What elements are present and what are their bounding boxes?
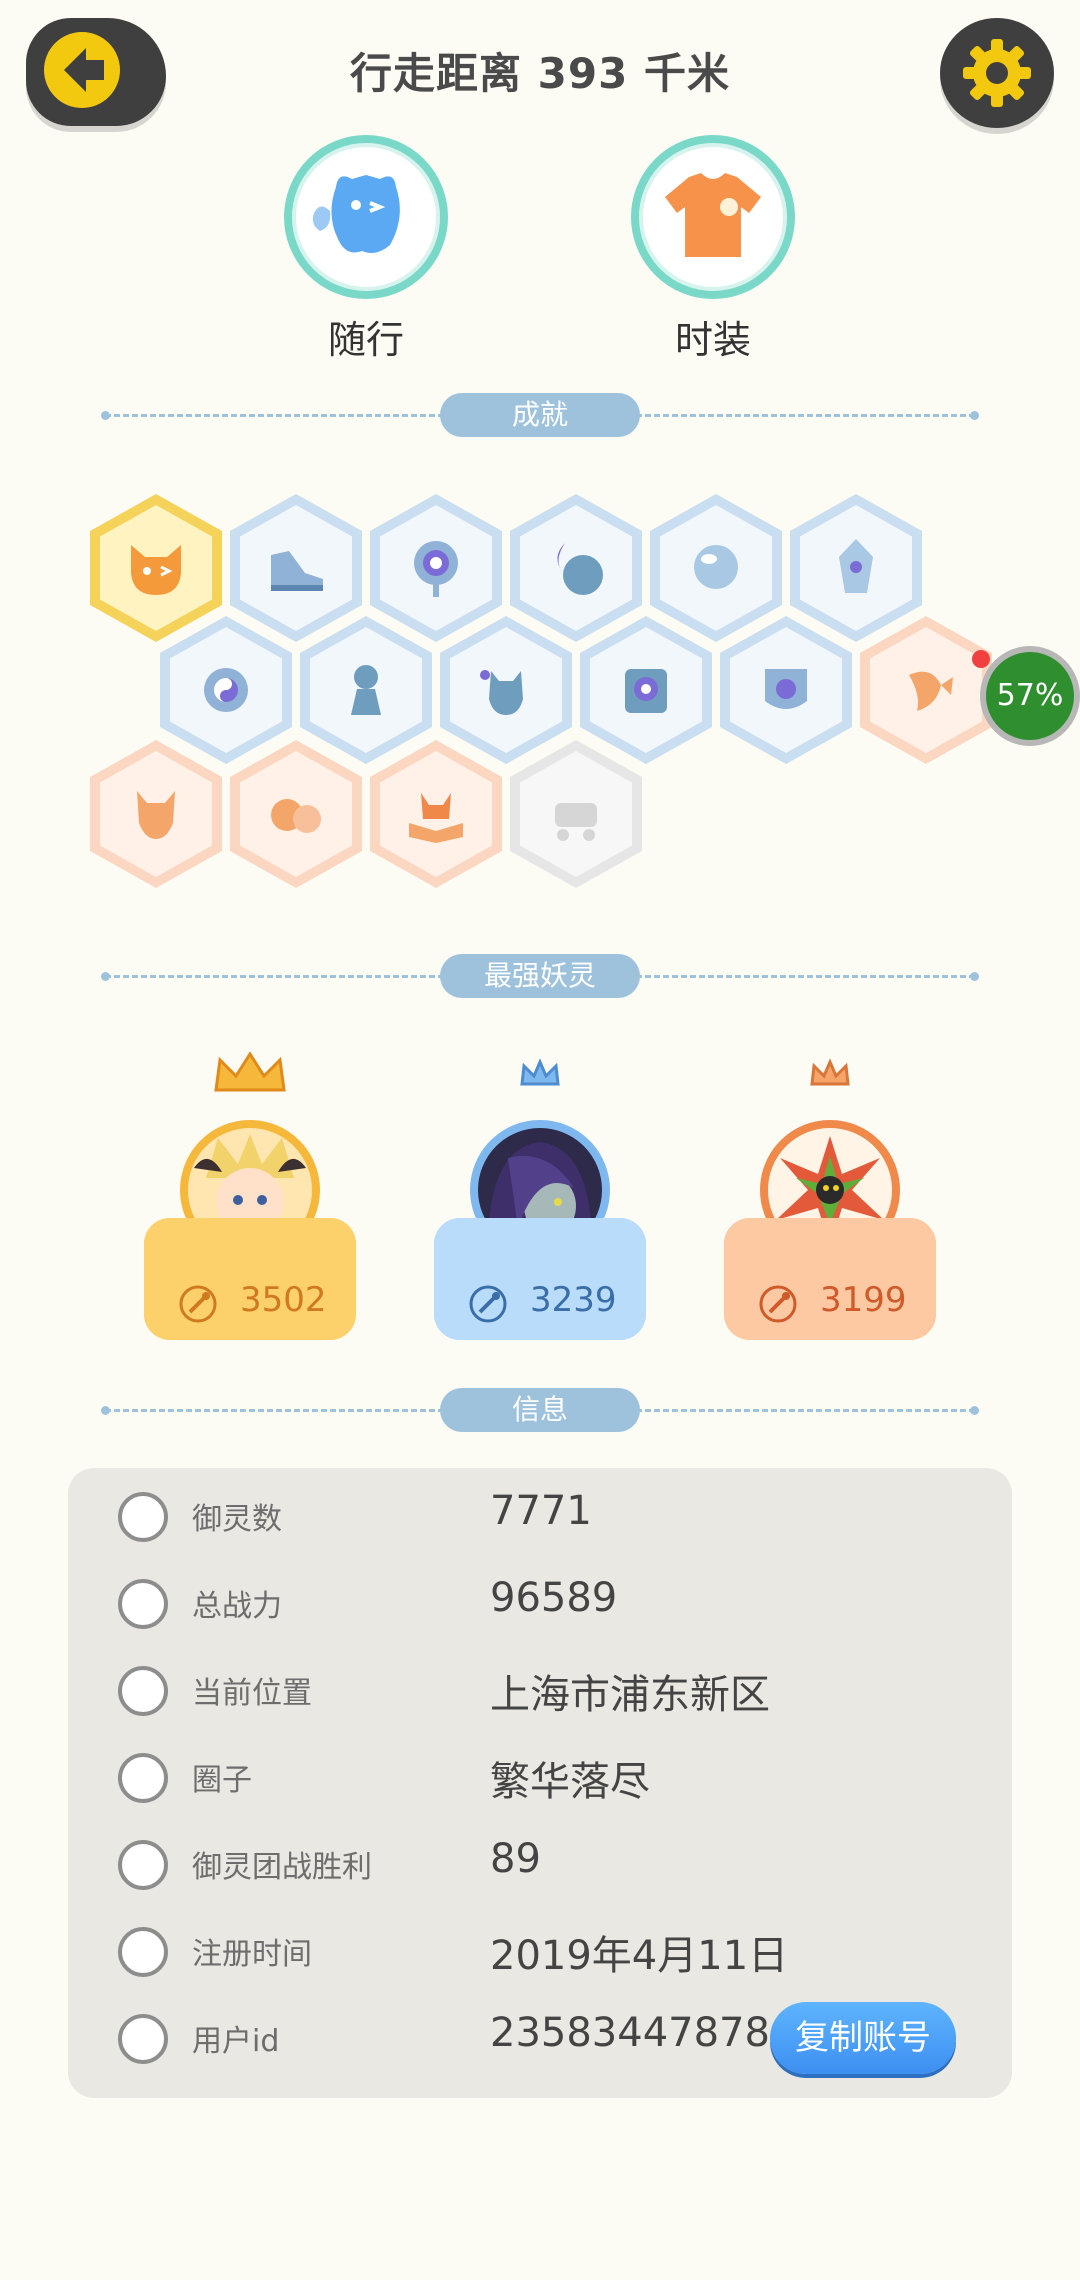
info-row-location: 当前位置 上海市浦东新区 bbox=[68, 1646, 1012, 1733]
info-label: 注册时间 bbox=[192, 1937, 312, 1972]
spirit-power-value: 3199 bbox=[820, 1280, 907, 1320]
sneaker-icon bbox=[271, 551, 323, 591]
spirit-count-icon bbox=[118, 1492, 168, 1542]
location-pin-icon bbox=[118, 1666, 168, 1716]
achievement-badge[interactable] bbox=[650, 494, 782, 642]
koi-fish-icon bbox=[909, 671, 953, 711]
spirit-card-first[interactable]: 3502 bbox=[144, 1050, 356, 1340]
achievement-badge[interactable] bbox=[90, 494, 222, 642]
info-label: 总战力 bbox=[192, 1589, 282, 1624]
settings-button[interactable] bbox=[940, 18, 1054, 128]
info-panel: 御灵数 7771 总战力 96589 当前位置 上海市浦东新区 圈子 繁华落尽 … bbox=[68, 1468, 1012, 2098]
spirit-card-second[interactable]: 3239 bbox=[434, 1050, 646, 1340]
strongest-heading: 最强妖灵 bbox=[440, 954, 640, 998]
achievement-badge[interactable] bbox=[230, 494, 362, 642]
info-value: 96589 bbox=[490, 1575, 618, 1621]
companion-entry[interactable]: 随行 bbox=[281, 135, 451, 364]
info-label: 御灵数 bbox=[192, 1502, 282, 1537]
achievement-badge[interactable] bbox=[580, 616, 712, 764]
info-value: 89 bbox=[490, 1836, 541, 1882]
sword-icon bbox=[118, 1579, 168, 1629]
info-heading: 信息 bbox=[440, 1388, 640, 1432]
page-title: 行走距离 393 千米 bbox=[350, 49, 730, 98]
achievement-badge[interactable] bbox=[440, 616, 572, 764]
achievement-badge[interactable] bbox=[720, 616, 852, 764]
gear-icon bbox=[963, 39, 1031, 107]
info-row-register-date: 注册时间 2019年4月11日 bbox=[68, 1907, 1012, 1994]
achievement-badge[interactable] bbox=[860, 616, 992, 764]
fox-book-icon bbox=[409, 793, 463, 843]
info-row-user-id: 用户id 23583447878 复制账号 bbox=[68, 1994, 1012, 2081]
fashion-entry[interactable]: 时装 bbox=[628, 135, 798, 364]
achievements-heading: 成就 bbox=[440, 393, 640, 437]
info-value: 繁华落尽 bbox=[490, 1759, 650, 1805]
back-button[interactable] bbox=[26, 18, 166, 126]
achievement-badge[interactable] bbox=[370, 494, 502, 642]
beast-pair-icon bbox=[271, 799, 321, 833]
info-row-circle: 圈子 繁华落尽 bbox=[68, 1733, 1012, 1820]
info-row-total-power: 总战力 96589 bbox=[68, 1559, 1012, 1646]
shield-portal-icon bbox=[765, 669, 807, 709]
stroller-icon bbox=[555, 803, 597, 841]
companion-ghost-icon bbox=[312, 175, 400, 253]
id-card-icon bbox=[118, 2014, 168, 2064]
portal-orb-icon bbox=[414, 541, 458, 597]
info-row-team-wins: 御灵团战胜利 89 bbox=[68, 1820, 1012, 1907]
yin-yang-swirl-icon bbox=[204, 668, 248, 712]
companion-circle[interactable] bbox=[284, 135, 448, 299]
crown-icon bbox=[520, 1058, 560, 1086]
fox-face-icon bbox=[131, 545, 181, 595]
achievement-badge[interactable] bbox=[300, 616, 432, 764]
info-label: 用户id bbox=[192, 2024, 280, 2059]
taiji-box-icon bbox=[625, 669, 667, 713]
fashion-label: 时装 bbox=[674, 318, 751, 362]
info-label: 圈子 bbox=[192, 1763, 252, 1798]
sword-power-icon bbox=[179, 1285, 217, 1323]
tshirt-icon bbox=[665, 173, 761, 257]
info-value: 2019年4月11日 bbox=[490, 1933, 789, 1979]
spirit-power-value: 3502 bbox=[240, 1280, 327, 1320]
achievement-badge[interactable] bbox=[230, 740, 362, 888]
circle-target-icon bbox=[118, 1753, 168, 1803]
moon-icon bbox=[557, 543, 603, 595]
info-value: 23583447878 bbox=[490, 2010, 770, 2056]
trophy-figure-icon bbox=[118, 1840, 168, 1890]
info-value: 上海市浦东新区 bbox=[490, 1672, 770, 1718]
cat-spirit-icon bbox=[480, 670, 523, 715]
clock-icon bbox=[118, 1927, 168, 1977]
fashion-circle[interactable] bbox=[631, 135, 795, 299]
sword-power-icon bbox=[759, 1285, 797, 1323]
spirit-card-third[interactable]: 3199 bbox=[724, 1050, 936, 1340]
bubble-icon bbox=[694, 545, 738, 589]
info-value: 7771 bbox=[490, 1488, 592, 1534]
spirit-power-value: 3239 bbox=[530, 1280, 617, 1320]
info-label: 当前位置 bbox=[192, 1676, 312, 1711]
achievement-badge[interactable] bbox=[790, 494, 922, 642]
achievement-badge[interactable] bbox=[510, 494, 642, 642]
crown-icon bbox=[810, 1058, 850, 1086]
achievement-badge[interactable] bbox=[90, 740, 222, 888]
achievement-badge[interactable] bbox=[160, 616, 292, 764]
companion-label: 随行 bbox=[327, 318, 404, 362]
spirit-figure-icon bbox=[351, 665, 381, 715]
notification-dot bbox=[972, 650, 990, 668]
achievement-badge[interactable] bbox=[370, 740, 502, 888]
achievement-badge-locked[interactable] bbox=[510, 740, 642, 888]
crown-icon bbox=[214, 1051, 286, 1092]
horned-beast-icon bbox=[137, 791, 175, 839]
arrow-left-icon bbox=[44, 32, 120, 108]
info-row-spirit-count: 御灵数 7771 bbox=[68, 1472, 1012, 1559]
crystal-icon bbox=[839, 539, 873, 593]
sword-power-icon bbox=[469, 1285, 507, 1323]
achievement-progress-badge[interactable]: 57% bbox=[980, 646, 1080, 746]
copy-account-button[interactable]: 复制账号 bbox=[770, 2002, 956, 2074]
info-label: 御灵团战胜利 bbox=[192, 1850, 372, 1885]
